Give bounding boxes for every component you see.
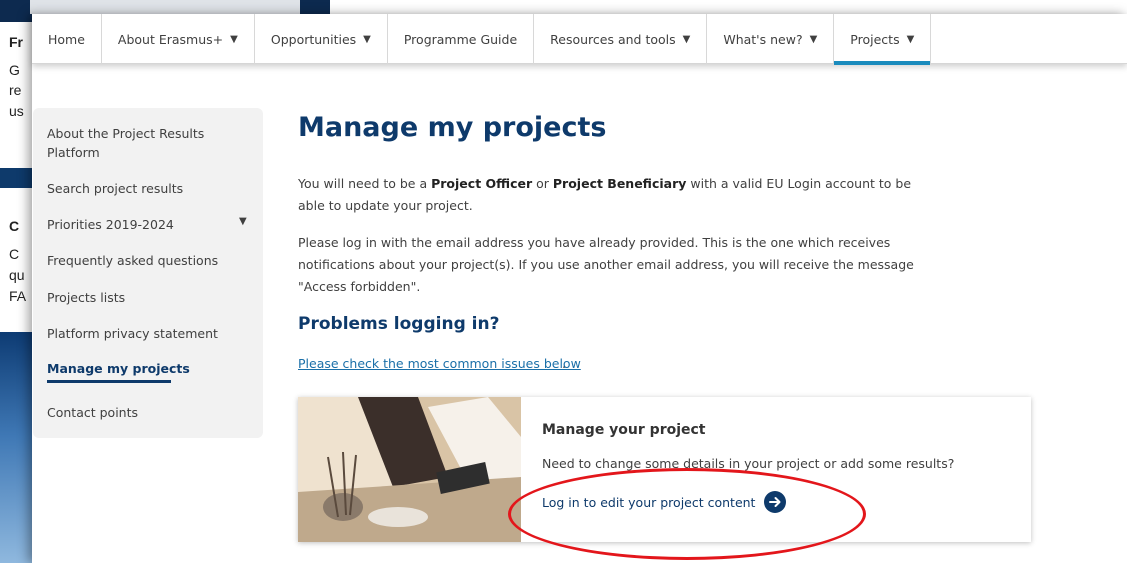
page-title: Manage my projects	[298, 112, 607, 143]
link-period: .	[562, 356, 566, 371]
background-text: G	[9, 62, 20, 78]
nav-home[interactable]: Home	[32, 14, 102, 64]
office-team-image	[298, 397, 521, 542]
caret-down-icon: ▼	[363, 33, 371, 45]
nav-projects[interactable]: Projects ▼	[834, 14, 932, 65]
card-heading: Manage your project	[542, 422, 706, 438]
nav-whats-new[interactable]: What's new? ▼	[707, 14, 835, 64]
intro-paragraph: You will need to be a Project Officer or…	[298, 173, 938, 217]
arrow-right-icon[interactable]	[764, 491, 787, 513]
manage-project-card: Manage your project Need to change some …	[298, 397, 1031, 542]
nav-resources-and-tools[interactable]: Resources and tools ▼	[534, 14, 708, 64]
card-description: Need to change some details in your proj…	[542, 456, 955, 471]
sidebar: About the Project Results Platform Searc…	[33, 108, 263, 438]
caret-down-icon: ▼	[906, 33, 915, 45]
nav-about-erasmus-label: About Erasmus+	[117, 31, 224, 47]
sidebar-item-contact-points[interactable]: Contact points	[47, 403, 138, 422]
nav-projects-label: Projects	[850, 31, 900, 47]
main-window: Home About Erasmus+ ▼ Opportunities ▼ Pr…	[32, 14, 1127, 563]
nav-whats-new-label: What's new?	[723, 31, 803, 47]
nav-resources-and-tools-label: Resources and tools	[550, 31, 676, 47]
common-issues-link[interactable]: Please check the most common issues belo…	[298, 356, 581, 371]
background-text: re	[9, 82, 22, 98]
caret-down-icon: ▼	[682, 33, 691, 45]
nav-about-erasmus[interactable]: About Erasmus+ ▼	[102, 14, 255, 64]
intro-text: or	[532, 176, 553, 191]
background-text: FA	[9, 288, 27, 304]
background-image-strip	[0, 332, 36, 563]
login-edit-project-label: Log in to edit your project content	[542, 494, 756, 510]
background-text: C	[9, 218, 20, 234]
role-project-beneficiary: Project Beneficiary	[552, 176, 687, 191]
sidebar-item-faq[interactable]: Frequently asked questions	[47, 251, 218, 270]
nav-programme-guide-label: Programme Guide	[403, 31, 518, 47]
sidebar-item-projects-lists[interactable]: Projects lists	[47, 288, 125, 307]
intro-text: You will need to be a	[298, 176, 432, 191]
role-project-officer: Project Officer	[431, 176, 533, 191]
login-edit-project-link[interactable]: Log in to edit your project content	[542, 491, 787, 513]
active-item-underline	[47, 380, 171, 383]
sidebar-item-about-platform[interactable]: About the Project Results Platform	[47, 124, 217, 162]
sidebar-item-manage-my-projects[interactable]: Manage my projects	[47, 359, 190, 378]
problems-logging-in-heading: Problems logging in?	[298, 314, 500, 334]
background-text: us	[9, 103, 24, 119]
background-window-header-strip	[30, 0, 300, 14]
caret-down-icon[interactable]: ▼	[239, 216, 247, 227]
nav-opportunities-label: Opportunities	[270, 31, 357, 47]
caret-down-icon: ▼	[230, 33, 238, 45]
login-instructions-paragraph: Please log in with the email address you…	[298, 235, 914, 294]
sidebar-item-search-results[interactable]: Search project results	[47, 179, 183, 198]
background-text: C	[9, 246, 20, 262]
nav-opportunities[interactable]: Opportunities ▼	[255, 14, 388, 64]
caret-down-icon: ▼	[809, 33, 818, 45]
nav-home-label: Home	[48, 31, 85, 47]
background-text: qu	[9, 267, 25, 283]
top-navigation: Home About Erasmus+ ▼ Opportunities ▼ Pr…	[32, 14, 1127, 65]
sidebar-item-priorities[interactable]: Priorities 2019-2024	[47, 215, 174, 234]
background-text: Fr	[9, 34, 23, 50]
nav-programme-guide[interactable]: Programme Guide	[388, 14, 535, 64]
sidebar-item-privacy-statement[interactable]: Platform privacy statement	[47, 324, 218, 343]
